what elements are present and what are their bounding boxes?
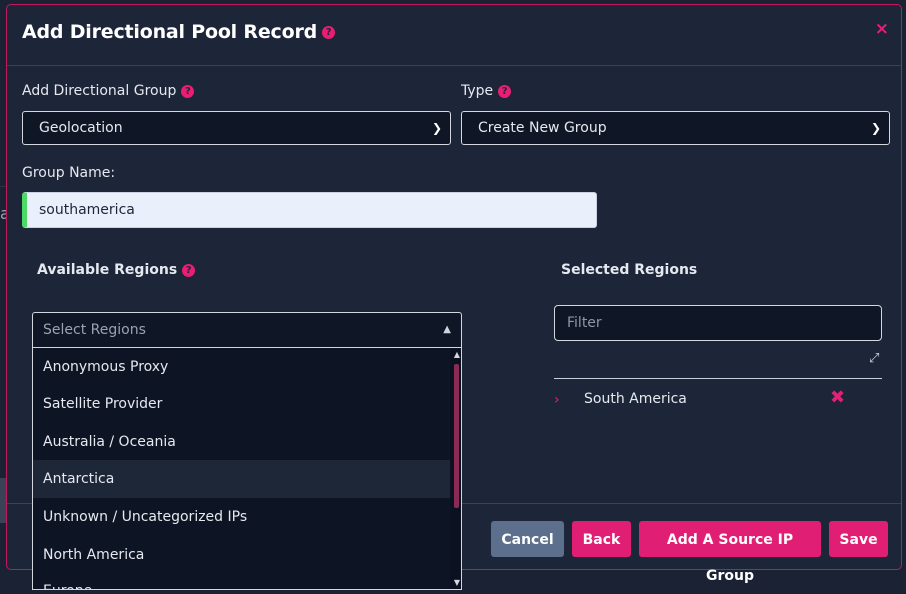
modal-header: Add Directional Pool Record? ×: [7, 5, 901, 66]
modal-title: Add Directional Pool Record?: [22, 21, 336, 43]
dropdown-scrollbar[interactable]: ▲ ▼: [450, 348, 461, 589]
close-icon[interactable]: ×: [875, 19, 889, 39]
caret-up-icon: ▲: [443, 324, 451, 335]
chevron-right-icon[interactable]: ›: [554, 392, 560, 408]
type-label-text: Type: [461, 83, 494, 99]
region-option[interactable]: Australia / Oceania: [33, 423, 451, 461]
help-icon[interactable]: ?: [182, 263, 196, 277]
help-icon[interactable]: ?: [322, 26, 336, 39]
type-value: Create New Group: [478, 120, 607, 136]
help-icon[interactable]: ?: [498, 84, 512, 98]
chevron-down-icon: ❯: [870, 121, 881, 135]
region-option-highlighted[interactable]: Antarctica: [33, 460, 451, 498]
type-select[interactable]: Create New Group ❯: [461, 111, 890, 145]
selected-regions-divider: [554, 378, 882, 379]
scrollbar-thumb[interactable]: [454, 364, 459, 508]
region-option[interactable]: Anonymous Proxy: [33, 348, 451, 386]
region-option[interactable]: Satellite Provider: [33, 385, 451, 423]
back-button[interactable]: Back: [572, 521, 631, 557]
available-regions-label-text: Available Regions: [37, 262, 178, 278]
directional-group-value: Geolocation: [39, 120, 123, 136]
group-name-label: Group Name:: [22, 165, 116, 181]
expand-icon[interactable]: ⤢: [869, 351, 879, 366]
save-button[interactable]: Save: [829, 521, 888, 557]
cancel-button[interactable]: Cancel: [491, 521, 564, 557]
available-regions-select[interactable]: Select Regions ▲: [32, 312, 462, 347]
add-source-ip-group-button[interactable]: Add A Source IP Group: [639, 521, 821, 584]
available-regions-label: Available Regions?: [37, 262, 196, 278]
scroll-down-icon[interactable]: ▼: [454, 578, 460, 587]
region-option[interactable]: North America: [33, 536, 451, 574]
scroll-up-icon[interactable]: ▲: [454, 350, 460, 359]
modal-title-text: Add Directional Pool Record: [22, 21, 318, 43]
selected-region-label: South America: [584, 391, 687, 407]
region-option[interactable]: Unknown / Uncategorized IPs: [33, 498, 451, 536]
selected-regions-filter-input[interactable]: Filter: [554, 305, 882, 341]
remove-icon[interactable]: ✖: [830, 387, 845, 408]
directional-group-select[interactable]: Geolocation ❯: [22, 111, 451, 145]
directional-group-label-text: Add Directional Group: [22, 83, 177, 99]
region-option[interactable]: Europe: [33, 572, 451, 589]
type-label: Type?: [461, 83, 512, 99]
available-regions-list[interactable]: Anonymous Proxy Satellite Provider Austr…: [32, 347, 462, 590]
select-regions-placeholder: Select Regions: [43, 322, 146, 338]
group-name-input[interactable]: southamerica: [22, 192, 597, 228]
directional-group-label: Add Directional Group?: [22, 83, 195, 99]
help-icon[interactable]: ?: [181, 84, 195, 98]
selected-regions-label: Selected Regions: [561, 262, 698, 278]
selected-region-item[interactable]: › South America ✖: [554, 387, 882, 415]
chevron-down-icon: ❯: [431, 121, 442, 135]
available-regions-dropdown[interactable]: Select Regions ▲ Anonymous Proxy Satelli…: [32, 312, 462, 590]
